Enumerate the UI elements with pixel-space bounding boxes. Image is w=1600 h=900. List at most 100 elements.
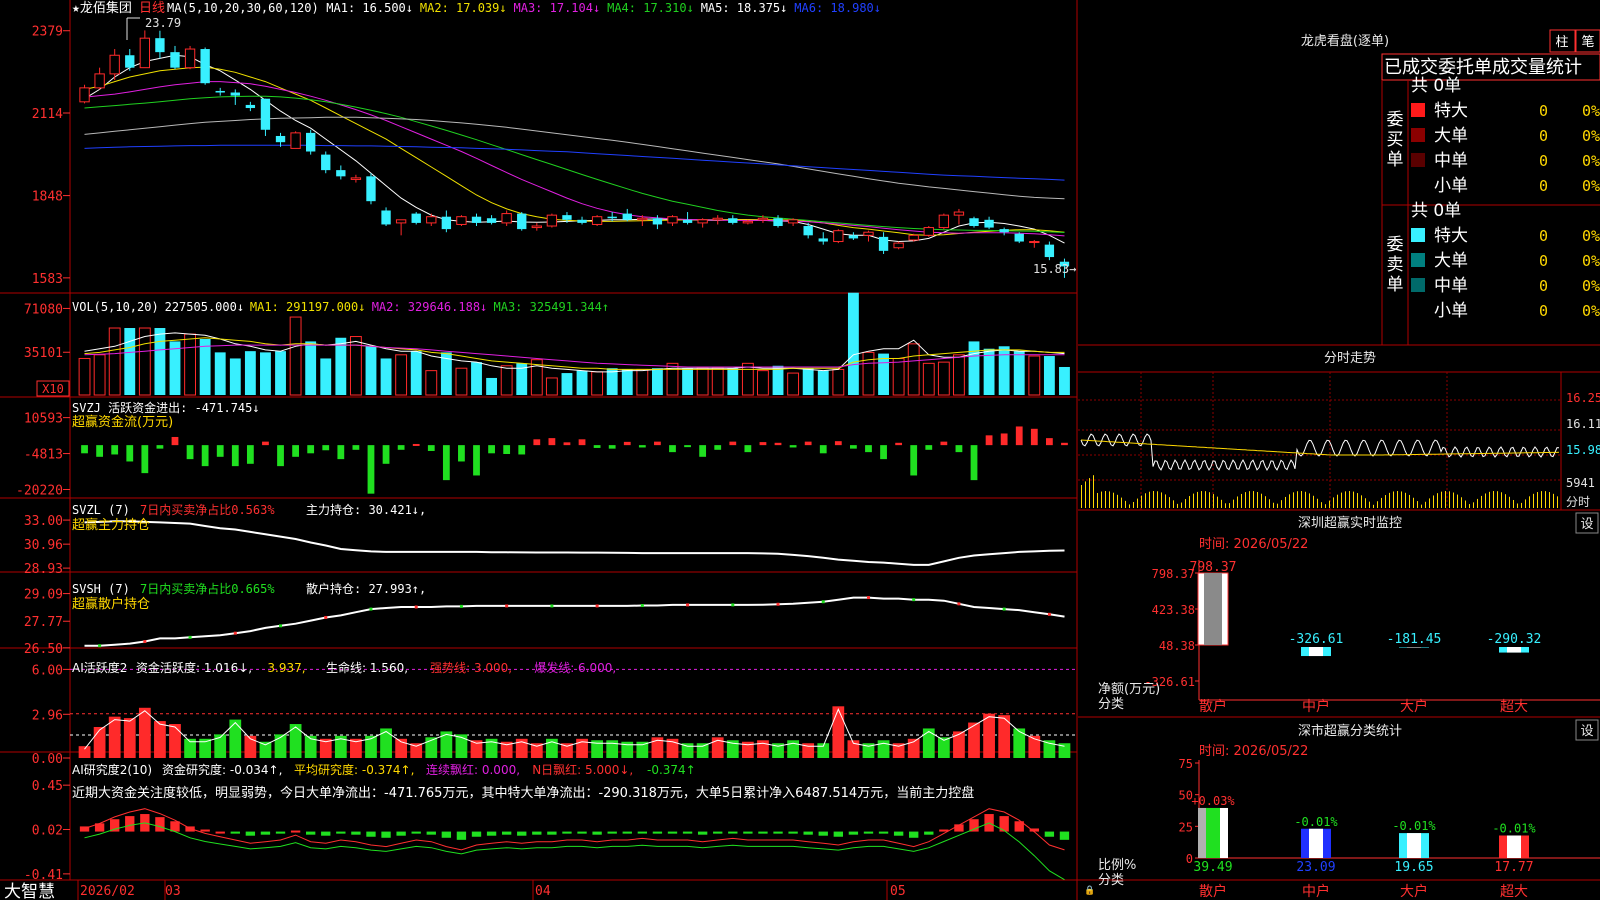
intraday-vol-bar <box>1505 494 1506 508</box>
intraday-vol-bar <box>1301 491 1302 508</box>
volume-bar <box>380 358 392 395</box>
flow-bar <box>201 445 209 467</box>
order-type: 中单 <box>1434 151 1468 171</box>
app-logo: 大智慧 <box>4 882 55 900</box>
research-bar <box>411 831 421 834</box>
volume-bar <box>229 358 241 395</box>
research-bar <box>893 831 904 836</box>
activity-bar <box>289 724 302 758</box>
volume-bar <box>576 370 588 395</box>
intraday-vol-bar <box>1257 491 1258 508</box>
flow-bar <box>714 445 722 450</box>
research-bar <box>909 831 919 838</box>
order-type: 中单 <box>1434 276 1468 296</box>
research-bar <box>697 831 708 835</box>
candle <box>546 214 558 227</box>
volume-bar <box>727 368 739 395</box>
side-label: 委 <box>1387 110 1404 130</box>
order-pct: 0% <box>1582 152 1600 170</box>
intraday-vol-bar <box>1489 491 1490 508</box>
activity-bar <box>380 728 392 758</box>
research-bar <box>773 831 783 834</box>
research-bar <box>230 831 240 834</box>
intraday-vol-bar <box>1553 493 1554 508</box>
intraday-vol-bar <box>1217 496 1218 508</box>
intraday-vol-bar <box>1409 494 1410 508</box>
intraday-vol-bar <box>1465 500 1466 508</box>
flow-bar <box>322 445 330 451</box>
classify-category: 大户 <box>1400 883 1428 900</box>
intraday-vol-bar <box>1205 491 1206 508</box>
intraday-vol-bar <box>1521 502 1522 508</box>
candle <box>79 87 90 103</box>
candle <box>833 230 844 243</box>
volume-bar <box>772 365 784 395</box>
classify-date: 时间: 2026/05/22 <box>1199 744 1308 759</box>
holding-dot <box>414 605 418 609</box>
lock-icon[interactable]: 🔒 <box>1084 885 1095 896</box>
flow-bar <box>804 441 812 446</box>
y-tick-label: 10593 <box>24 412 63 427</box>
classify-category: 散户 <box>1199 883 1227 900</box>
chart-canvas[interactable]: 2379 2114 1848 1583 23.79 15.83→ ★龙佰集团 日线 MA(5,1… <box>0 0 1600 900</box>
intraday-vol-bar <box>1137 498 1138 508</box>
research-bar <box>833 831 843 837</box>
low-annotation: 15.83→ <box>1033 262 1076 276</box>
side-label: 单 <box>1387 275 1404 295</box>
research-bar <box>848 831 859 835</box>
volume-bar <box>651 368 663 395</box>
intraday-vol-bar <box>1173 500 1174 508</box>
legend-item: ★龙佰集团 <box>72 0 132 16</box>
volume-bar <box>878 353 889 395</box>
research-bar <box>713 831 723 834</box>
candle <box>125 55 135 68</box>
candle <box>155 38 165 53</box>
volume-bar <box>108 327 121 396</box>
flow-bar <box>156 445 164 449</box>
classify-tick: 75 <box>1179 757 1193 771</box>
order-type: 大单 <box>1434 126 1468 146</box>
tick-mode-label[interactable]: 笔 <box>1581 34 1594 50</box>
legend-item: MA5: 18.375↓ <box>701 1 788 15</box>
activity-bar <box>154 721 166 758</box>
legend-item: -0.374↑ <box>647 763 696 777</box>
activity-bar <box>169 724 181 758</box>
research-bar <box>652 831 663 834</box>
net-value-label: -326.61 <box>1289 632 1344 647</box>
monitor-settings-label[interactable]: 设 <box>1580 517 1593 532</box>
intraday-vol-bar <box>1525 499 1526 508</box>
legend-item: SVZL (7) <box>72 503 130 517</box>
volume-bar <box>78 357 91 396</box>
order-pct: 0% <box>1582 277 1600 295</box>
ratio-change-label: -0.01% <box>1492 821 1536 835</box>
intraday-vol-bar <box>1141 495 1142 508</box>
intraday-vol-bar <box>1357 493 1358 508</box>
candle <box>803 226 813 236</box>
intraday-vol-bar <box>1097 492 1098 508</box>
candle <box>1014 233 1024 242</box>
research-bar <box>969 819 979 832</box>
legend-item: N日飘红: 5.000↓, <box>532 762 633 777</box>
volume-bar <box>636 368 649 396</box>
order-type: 小单 <box>1434 176 1468 196</box>
intraday-vol-bar <box>1189 496 1190 508</box>
intraday-vol-bar <box>1365 498 1366 508</box>
net-bar-shade <box>1507 647 1521 653</box>
y-tick-label: -0.41 <box>24 868 63 883</box>
classify-settings-label[interactable]: 设 <box>1580 724 1593 739</box>
candle <box>984 219 994 228</box>
research-bar <box>441 831 452 838</box>
tab-labels[interactable]: 已成交委托单成交量统计 <box>1384 57 1582 78</box>
candle <box>441 216 452 230</box>
order-count: 0 <box>1539 152 1548 170</box>
candle <box>486 218 497 223</box>
order-pct: 0% <box>1582 252 1600 270</box>
flow-bar <box>940 441 948 446</box>
monitor-tick: 423.38 <box>1152 603 1195 617</box>
intraday-vol-bar <box>1385 495 1386 508</box>
activity-bar <box>138 707 151 758</box>
bar-mode-label[interactable]: 柱 <box>1555 35 1568 50</box>
flow-bar <box>623 441 631 446</box>
order-type: 大单 <box>1434 251 1468 271</box>
flow-bar <box>171 436 179 446</box>
